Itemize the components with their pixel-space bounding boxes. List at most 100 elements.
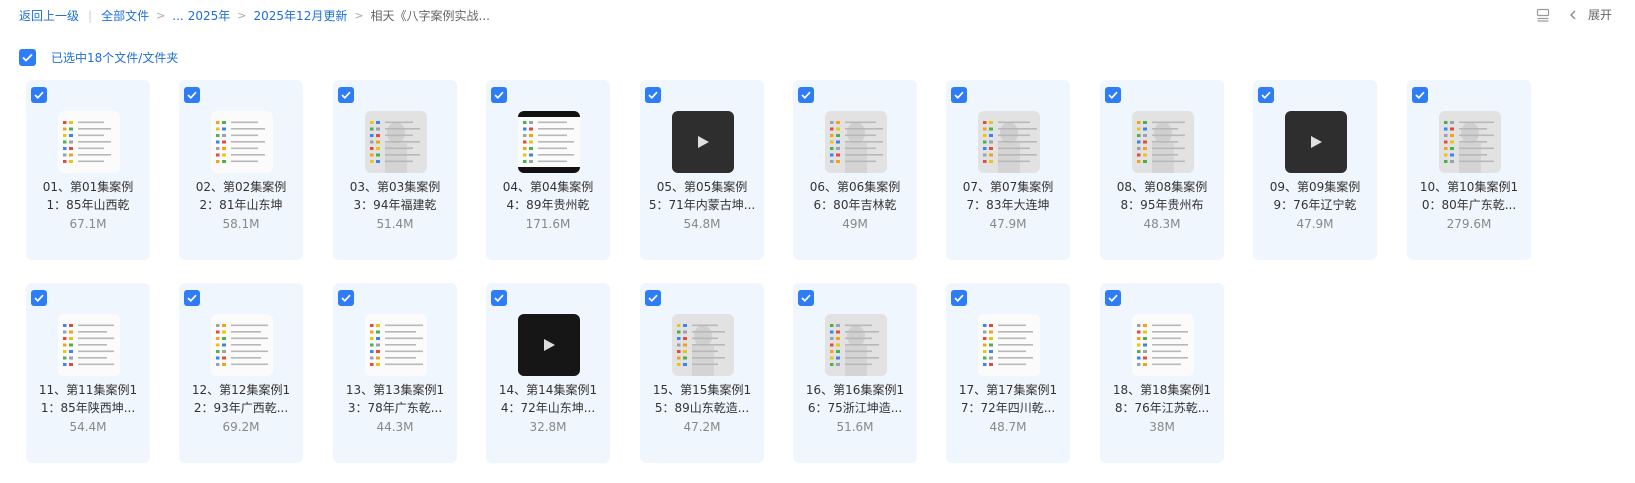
file-checkbox[interactable] [184,87,200,103]
file-name-line2: 4：72年山东坤... [500,401,596,415]
file-name-line1: 03、第03集案例 [349,180,441,194]
file-name-line1: 07、第07集案例 [962,180,1054,194]
file-name-line2: 2：93年广西乾... [193,401,289,415]
file-thumbnail[interactable] [211,314,273,376]
file-size: 49M [842,217,868,231]
file-name-line1: 13、第13集案例1 [345,383,445,397]
file-checkbox[interactable] [951,290,967,306]
file-card[interactable]: 12、第12集案例1 2：93年广西乾... 69.2M [179,283,303,463]
file-card[interactable]: 07、第07集案例 7：83年大连坤 47.9M [946,80,1070,260]
file-name-line2: 8：76年江苏乾... [1114,401,1210,415]
video-play-icon[interactable] [518,314,580,376]
file-card[interactable]: 06、第06集案例 6：80年吉林乾 49M [793,80,917,260]
file-name-line2: 6：80年吉林乾 [813,198,897,212]
file-name-line1: 04、第04集案例 [502,180,594,194]
file-checkbox[interactable] [31,87,47,103]
file-thumbnail[interactable] [825,111,887,173]
file-name[interactable]: 06、第06集案例 6：80年吉林乾 [798,178,912,214]
file-thumbnail[interactable] [978,314,1040,376]
breadcrumb-all-files[interactable]: 全部文件 [101,7,149,24]
file-checkbox[interactable] [645,290,661,306]
file-name[interactable]: 14、第14集案例1 4：72年山东坤... [491,381,605,417]
expand-button[interactable]: 展开 [1588,6,1612,23]
file-thumbnail[interactable] [1439,111,1501,173]
file-size: 54.4M [69,420,107,434]
file-name[interactable]: 02、第02集案例 2：81年山东坤 [184,178,298,214]
file-name[interactable]: 16、第16集案例1 6：75浙江坤造... [798,381,912,417]
file-checkbox[interactable] [798,290,814,306]
file-card[interactable]: 13、第13集案例1 3：78年广东乾... 44.3M [333,283,457,463]
file-checkbox[interactable] [338,290,354,306]
file-checkbox[interactable] [491,87,507,103]
file-card[interactable]: 16、第16集案例1 6：75浙江坤造... 51.6M [793,283,917,463]
breadcrumb-month[interactable]: 2025年12月更新 [254,7,348,24]
file-card[interactable]: 04、第04集案例 4：89年贵州乾 171.6M [486,80,610,260]
file-card[interactable]: 10、第10集案例1 0：80年广东乾... 279.6M [1407,80,1531,260]
file-thumbnail[interactable] [518,111,580,173]
file-card[interactable]: 05、第05集案例 5：71年内蒙古坤... 54.8M [640,80,764,260]
file-thumbnail[interactable] [1132,111,1194,173]
file-thumbnail[interactable] [1132,314,1194,376]
file-card[interactable]: 15、第15集案例1 5：89山东乾造... 47.2M [640,283,764,463]
file-size: 48.3M [1143,217,1181,231]
file-checkbox[interactable] [645,87,661,103]
file-name[interactable]: 13、第13集案例1 3：78年广东乾... [338,381,452,417]
file-name[interactable]: 11、第11集案例1 1：85年陕西坤... [31,381,145,417]
file-thumbnail[interactable] [211,111,273,173]
file-name[interactable]: 15、第15集案例1 5：89山东乾造... [645,381,759,417]
file-checkbox[interactable] [1258,87,1274,103]
file-checkbox[interactable] [1105,290,1121,306]
file-thumbnail[interactable] [58,314,120,376]
file-card[interactable]: 02、第02集案例 2：81年山东坤 58.1M [179,80,303,260]
file-name-line1: 12、第12集案例1 [191,383,291,397]
file-name[interactable]: 05、第05集案例 5：71年内蒙古坤... [645,178,759,214]
file-checkbox[interactable] [798,87,814,103]
file-thumbnail[interactable] [672,314,734,376]
chevron-left-icon[interactable] [1568,8,1578,22]
file-checkbox[interactable] [31,290,47,306]
file-checkbox[interactable] [1412,87,1428,103]
breadcrumb-year[interactable]: 2025年 [188,7,231,24]
file-card[interactable]: 09、第09集案例 9：76年辽宁乾 47.9M [1253,80,1377,260]
file-name-line2: 7：72年四川乾... [960,401,1056,415]
file-checkbox[interactable] [184,290,200,306]
file-name[interactable]: 10、第10集案例1 0：80年广东乾... [1412,178,1526,214]
file-size: 51.4M [376,217,414,231]
file-card[interactable]: 08、第08集案例 8：95年贵州布 48.3M [1100,80,1224,260]
file-card[interactable]: 14、第14集案例1 4：72年山东坤... 32.8M [486,283,610,463]
file-name[interactable]: 03、第03集案例 3：94年福建乾 [338,178,452,214]
file-card[interactable]: 18、第18集案例1 8：76年江苏乾... 38M [1100,283,1224,463]
file-name[interactable]: 07、第07集案例 7：83年大连坤 [951,178,1065,214]
file-name[interactable]: 18、第18集案例1 8：76年江苏乾... [1105,381,1219,417]
file-checkbox[interactable] [491,290,507,306]
file-card[interactable]: 01、第01集案例 1：85年山西乾 67.1M [26,80,150,260]
chevron-right-icon: > [237,9,247,22]
list-view-icon[interactable] [1536,8,1550,22]
breadcrumb: 返回上一级 | 全部文件 > ... 2025年 > 2025年12月更新 > … [19,7,490,24]
file-name[interactable]: 01、第01集案例 1：85年山西乾 [31,178,145,214]
file-size: 48.7M [989,420,1027,434]
breadcrumb-ellipsis[interactable]: ... [172,9,183,23]
file-name[interactable]: 04、第04集案例 4：89年贵州乾 [491,178,605,214]
file-card[interactable]: 17、第17集案例1 7：72年四川乾... 48.7M [946,283,1070,463]
file-checkbox[interactable] [1105,87,1121,103]
file-thumbnail[interactable] [58,111,120,173]
file-name[interactable]: 09、第09集案例 9：76年辽宁乾 [1258,178,1372,214]
file-thumbnail[interactable] [978,111,1040,173]
file-card[interactable]: 11、第11集案例1 1：85年陕西坤... 54.4M [26,283,150,463]
file-name-line1: 08、第08集案例 [1116,180,1208,194]
file-thumbnail[interactable] [365,111,427,173]
video-play-icon[interactable] [672,111,734,173]
file-card[interactable]: 03、第03集案例 3：94年福建乾 51.4M [333,80,457,260]
file-name[interactable]: 08、第08集案例 8：95年贵州布 [1105,178,1219,214]
file-name[interactable]: 12、第12集案例1 2：93年广西乾... [184,381,298,417]
file-checkbox[interactable] [951,87,967,103]
file-checkbox[interactable] [338,87,354,103]
file-name-line2: 8：95年贵州布 [1120,198,1204,212]
file-thumbnail[interactable] [365,314,427,376]
video-play-icon[interactable] [1285,111,1347,173]
back-link[interactable]: 返回上一级 [19,7,79,24]
file-name[interactable]: 17、第17集案例1 7：72年四川乾... [951,381,1065,417]
file-thumbnail[interactable] [825,314,887,376]
select-all-checkbox[interactable] [19,49,36,66]
